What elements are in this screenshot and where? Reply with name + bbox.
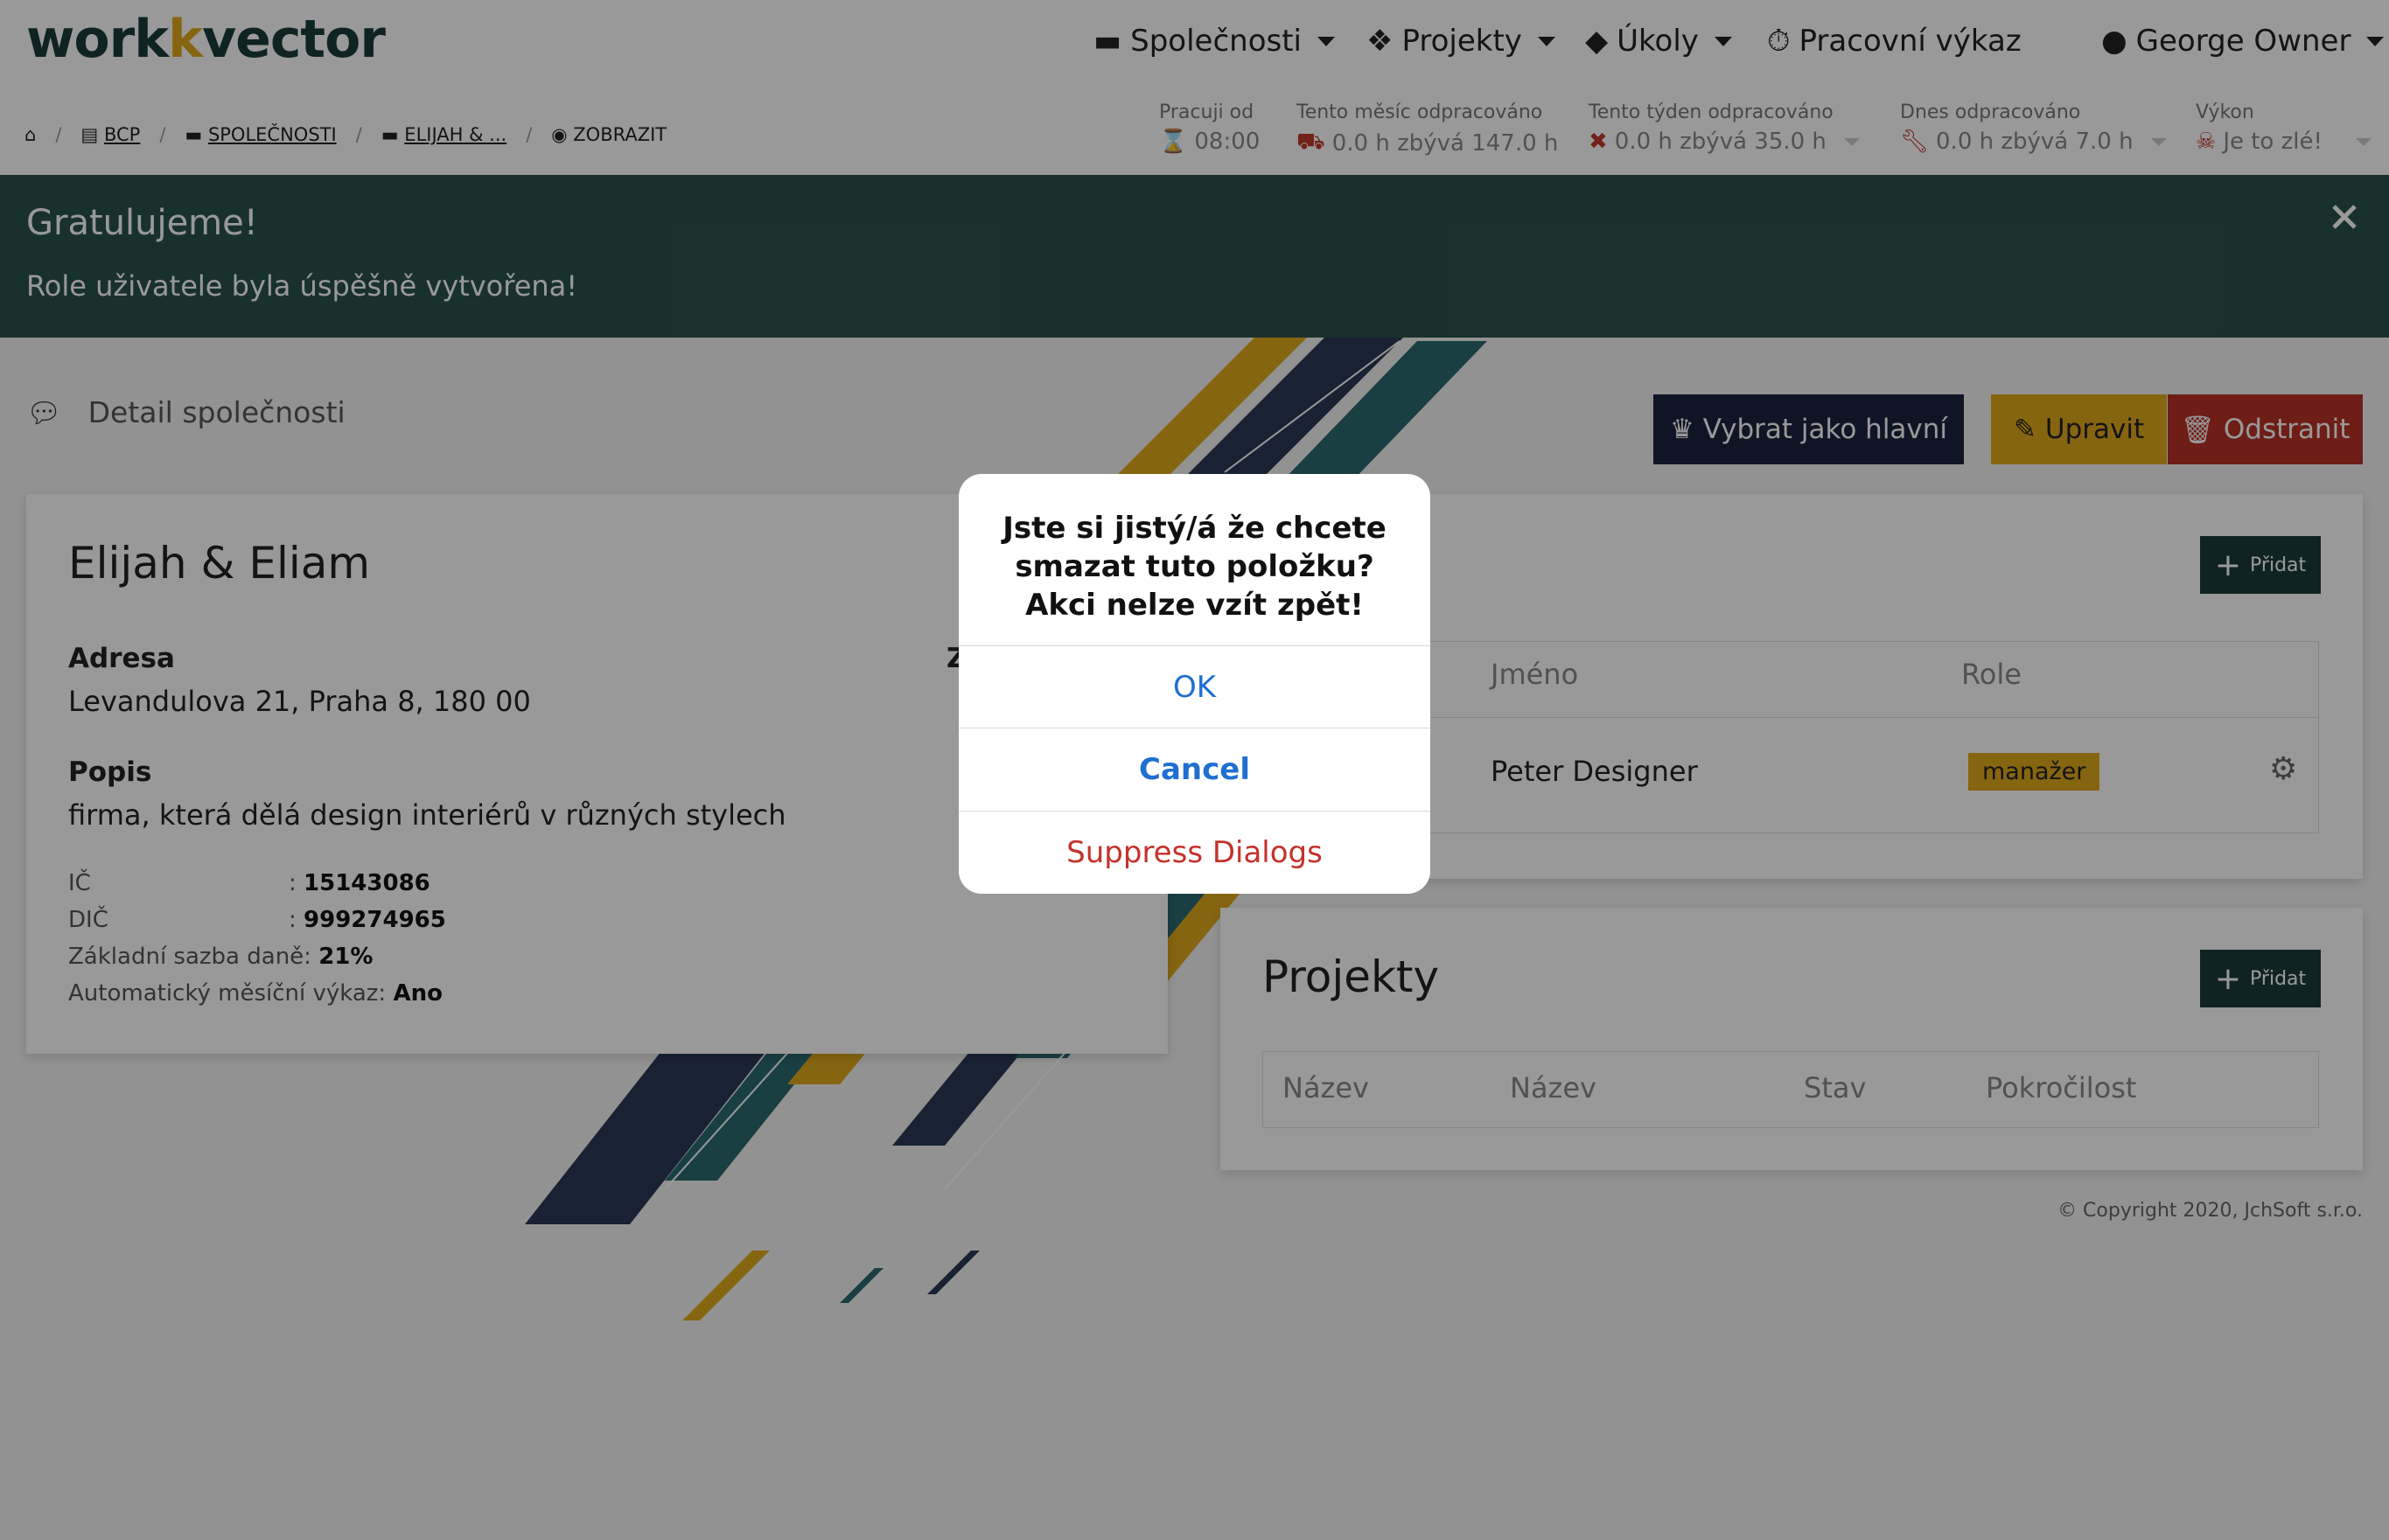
confirm-dialog: Jste si jistý/á že chcete smazat tuto po… — [959, 474, 1430, 894]
dialog-message: Jste si jistý/á že chcete smazat tuto po… — [1002, 511, 1387, 623]
suppress-dialogs-button[interactable]: Suppress Dialogs — [959, 811, 1430, 894]
cancel-button[interactable]: Cancel — [959, 728, 1430, 811]
ok-button[interactable]: OK — [959, 645, 1430, 728]
